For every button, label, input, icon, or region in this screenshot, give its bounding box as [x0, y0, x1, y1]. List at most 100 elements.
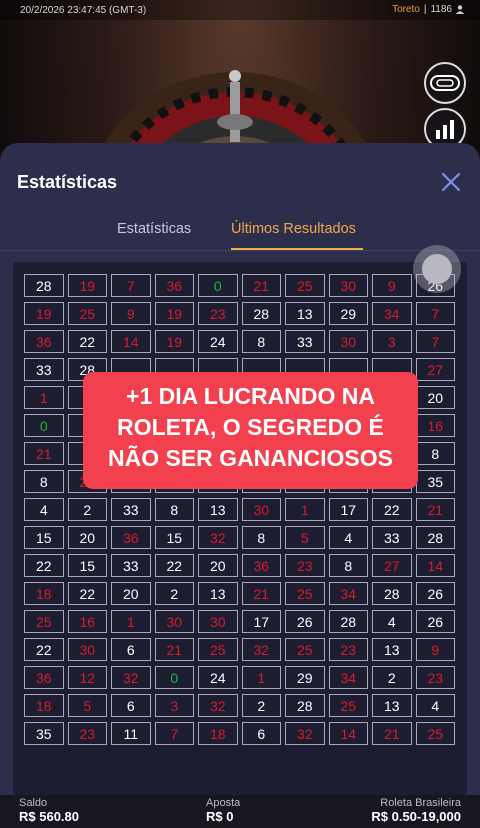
result-cell: 20 — [67, 526, 107, 549]
results-row: 4 2 33 8 13 30 1 17 22 21 — [24, 498, 459, 521]
result-cell: 25 — [24, 610, 64, 633]
result-cell: 21 — [241, 582, 281, 605]
result-cell: 32 — [241, 638, 281, 661]
bet-label: Aposta — [206, 797, 241, 809]
results-row: 22 15 33 22 20 36 23 8 27 14 — [24, 554, 459, 577]
result-cell: 23 — [285, 554, 325, 577]
result-cell: 9 — [372, 274, 412, 297]
result-cell: 9 — [111, 302, 151, 325]
result-cell: 30 — [67, 638, 107, 661]
result-cell: 21 — [24, 442, 64, 465]
result-cell: 12 — [67, 666, 107, 689]
result-cell: 33 — [285, 330, 325, 353]
result-cell: 21 — [154, 638, 194, 661]
result-cell: 1 — [111, 610, 151, 633]
result-cell: 34 — [328, 582, 368, 605]
result-cell: 30 — [198, 610, 238, 633]
result-cell: 25 — [415, 722, 455, 745]
result-cell: 7 — [415, 330, 455, 353]
timestamp: 20/2/2026 23:47:45 (GMT-3) — [20, 5, 147, 16]
result-cell: 11 — [111, 722, 151, 745]
result-cell: 15 — [24, 526, 64, 549]
result-cell: 17 — [241, 610, 281, 633]
result-cell: 28 — [328, 610, 368, 633]
tab-last-results[interactable]: Últimos Resultados — [231, 221, 356, 237]
results-row: 15 20 36 15 32 8 5 4 33 28 — [24, 526, 459, 549]
bar-chart-icon — [436, 120, 454, 139]
result-cell: 35 — [24, 722, 64, 745]
result-cell: 23 — [415, 666, 455, 689]
balance-label: Saldo — [19, 797, 48, 809]
results-row: 18 5 6 3 32 2 28 25 13 4 — [24, 694, 459, 717]
result-cell: 30 — [241, 498, 281, 521]
result-cell: 0 — [24, 414, 64, 437]
result-cell: 33 — [24, 358, 64, 381]
user-id: 1186 — [430, 4, 452, 15]
table-limits: R$ 0.50-19,000 — [371, 809, 461, 824]
floating-drag-handle[interactable] — [413, 245, 461, 293]
result-cell: 29 — [328, 302, 368, 325]
result-cell: 25 — [328, 694, 368, 717]
result-cell: 14 — [415, 554, 455, 577]
result-cell: 16 — [415, 414, 455, 437]
result-cell: 7 — [154, 722, 194, 745]
result-cell: 9 — [415, 638, 455, 661]
result-cell: 6 — [241, 722, 281, 745]
result-cell: 14 — [328, 722, 368, 745]
result-cell: 36 — [241, 554, 281, 577]
result-cell: 36 — [154, 274, 194, 297]
result-cell: 4 — [415, 694, 455, 717]
result-cell: 8 — [24, 470, 64, 493]
result-cell: 23 — [328, 638, 368, 661]
result-cell: 8 — [328, 554, 368, 577]
results-board: 28 19 7 36 0 21 25 30 9 26 19 25 9 19 23 28 13 29 34 7 36 22 1… — [13, 262, 467, 795]
result-cell: 15 — [154, 526, 194, 549]
result-cell: 8 — [154, 498, 194, 521]
result-cell: 22 — [154, 554, 194, 577]
result-cell: 33 — [111, 554, 151, 577]
result-cell: 29 — [285, 666, 325, 689]
result-cell: 4 — [328, 526, 368, 549]
tab-bar: Estatísticas Últimos Resultados — [0, 221, 480, 251]
racetrack-button[interactable] — [424, 62, 466, 104]
results-row: 19 25 9 19 23 28 13 29 34 7 — [24, 302, 459, 325]
tab-statistics[interactable]: Estatísticas — [117, 221, 191, 237]
result-cell: 25 — [198, 638, 238, 661]
result-cell: 19 — [67, 274, 107, 297]
result-cell: 30 — [328, 274, 368, 297]
result-cell: 25 — [67, 302, 107, 325]
result-cell: 15 — [67, 554, 107, 577]
result-cell: 25 — [285, 274, 325, 297]
result-cell: 26 — [285, 610, 325, 633]
result-cell: 30 — [154, 610, 194, 633]
result-cell: 0 — [198, 274, 238, 297]
result-cell: 18 — [198, 722, 238, 745]
result-cell: 14 — [111, 330, 151, 353]
result-cell: 7 — [111, 274, 151, 297]
result-cell: 28 — [241, 302, 281, 325]
result-cell: 18 — [24, 694, 64, 717]
result-cell: 34 — [328, 666, 368, 689]
result-cell: 6 — [111, 638, 151, 661]
close-icon[interactable] — [440, 171, 462, 193]
result-cell: 1 — [241, 666, 281, 689]
results-row: 36 12 32 0 24 1 29 34 2 23 — [24, 666, 459, 689]
result-cell: 21 — [372, 722, 412, 745]
table-name: Roleta Brasileira — [380, 797, 461, 809]
result-cell: 1 — [24, 386, 64, 409]
result-cell: 33 — [372, 526, 412, 549]
result-cell: 27 — [372, 554, 412, 577]
result-cell: 18 — [24, 582, 64, 605]
result-cell: 13 — [198, 498, 238, 521]
result-cell: 3 — [154, 694, 194, 717]
result-cell: 16 — [67, 610, 107, 633]
results-row: 35 23 11 7 18 6 32 14 21 25 — [24, 722, 459, 745]
result-cell: 24 — [198, 330, 238, 353]
caption-line-3: NÃO SER GANANCIOSOS — [108, 445, 393, 471]
result-cell: 26 — [415, 610, 455, 633]
result-cell: 2 — [67, 498, 107, 521]
result-cell: 19 — [154, 330, 194, 353]
result-cell: 1 — [285, 498, 325, 521]
result-cell: 20 — [111, 582, 151, 605]
result-cell: 32 — [111, 666, 151, 689]
